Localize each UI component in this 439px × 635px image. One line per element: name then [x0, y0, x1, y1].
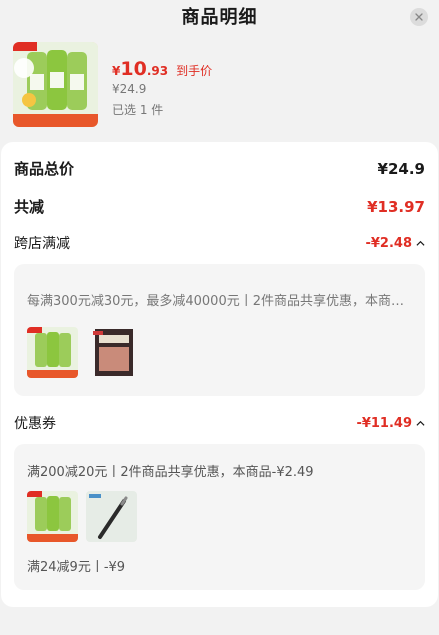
coupon-description: 满200减20元丨2件商品共享优惠，本商品-¥2.49 [27, 465, 314, 480]
discount-value: ¥13.97 [367, 197, 425, 216]
price-tag: 到手价 [176, 64, 213, 78]
price-integer: 10 [120, 58, 147, 80]
product-thumb-1[interactable] [27, 327, 78, 378]
cross-store-label: 跨店满减 [14, 236, 70, 252]
cross-store-row[interactable]: 跨店满减 -¥2.48 [14, 233, 425, 253]
cross-store-description: 每满300元减30元，最多减40000元丨2件商品共享优惠，本商品-¥2.48 [27, 294, 411, 309]
product-summary: ¥ 10 .93 到手价 ¥24.9 已选 1 件 [0, 32, 439, 142]
coupon-extra: 满24减9元丨-¥9 [27, 560, 126, 575]
chevron-up-icon [416, 240, 425, 246]
discount-label: 共减 [14, 198, 45, 216]
price-currency: ¥ [112, 64, 121, 78]
discount-row: 共减 ¥13.97 [14, 196, 425, 217]
product-image[interactable] [13, 42, 98, 127]
coupon-label: 优惠券 [14, 416, 56, 432]
product-thumb-3[interactable] [27, 491, 78, 542]
cross-store-value: -¥2.48 [365, 236, 425, 251]
total-row: 商品总价 ¥24.9 [14, 158, 425, 179]
coupon-row[interactable]: 优惠券 -¥11.49 [14, 413, 425, 433]
original-price: ¥24.9 [112, 82, 147, 96]
coupon-amount: -¥11.49 [356, 415, 412, 431]
detail-card: 商品总价 ¥24.9 共减 ¥13.97 跨店满减 -¥2.48 每满300元减… [1, 142, 438, 607]
total-label: 商品总价 [14, 160, 75, 178]
coupon-value: -¥11.49 [356, 416, 425, 431]
header: 商品明细 [0, 0, 439, 32]
product-thumb-2[interactable] [91, 327, 142, 378]
close-icon [415, 13, 423, 21]
coupon-panel: 满200减20元丨2件商品共享优惠，本商品-¥2.49 满24减9元丨-¥9 [14, 444, 425, 590]
chevron-up-icon [416, 420, 425, 426]
price-decimal: .93 [146, 64, 169, 78]
cross-store-amount: -¥2.48 [365, 235, 412, 251]
product-thumb-4[interactable] [86, 491, 137, 542]
final-price: ¥ 10 .93 到手价 [112, 58, 212, 80]
selected-count: 已选 1 件 [112, 103, 164, 117]
close-button[interactable] [410, 8, 428, 26]
cross-store-panel: 每满300元减30元，最多减40000元丨2件商品共享优惠，本商品-¥2.48 [14, 264, 425, 396]
page-title: 商品明细 [181, 7, 258, 28]
total-value: ¥24.9 [377, 159, 425, 178]
